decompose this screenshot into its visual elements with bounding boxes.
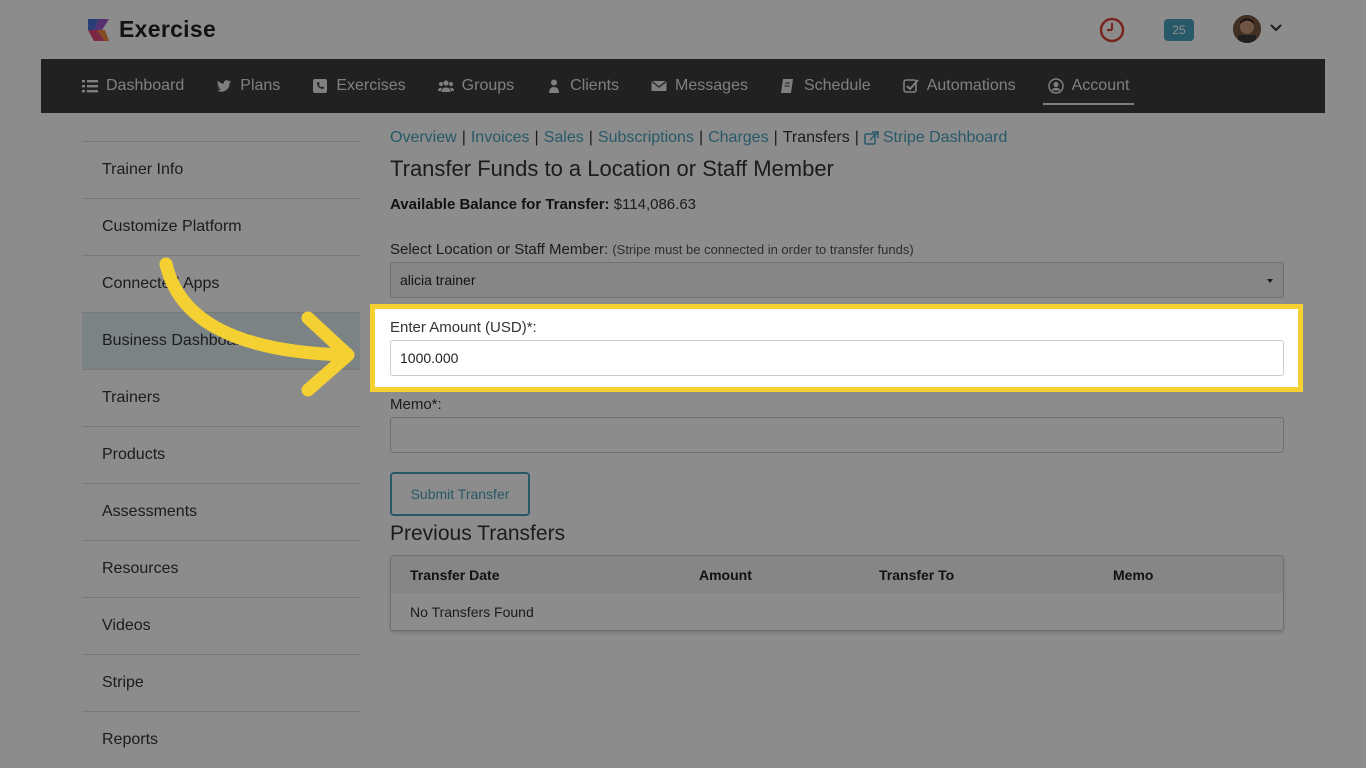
- clock-icon[interactable]: [1099, 17, 1125, 43]
- nav-groups[interactable]: Groups: [437, 59, 515, 113]
- balance-label: Available Balance for Transfer:: [390, 196, 610, 213]
- nav-label: Groups: [461, 77, 515, 94]
- tab-transfers[interactable]: Transfers: [783, 129, 850, 147]
- sidebar-item-stripe[interactable]: Stripe: [82, 654, 360, 711]
- top-bar: Exercise 25: [41, 0, 1325, 59]
- recipient-hint: (Stripe must be connected in order to tr…: [612, 242, 914, 257]
- nav-schedule[interactable]: Schedule: [780, 59, 871, 113]
- breadcrumb-separator: |: [588, 129, 593, 146]
- column-header-transfer-to: Transfer To: [879, 566, 955, 583]
- nav-account[interactable]: Account: [1042, 59, 1135, 113]
- tab-charges[interactable]: Charges: [708, 129, 768, 147]
- caret-down-icon: [1267, 279, 1273, 283]
- sidebar-item-assessments[interactable]: Assessments: [82, 483, 360, 540]
- main-nav: Dashboard Plans Exercises Groups Clients…: [41, 59, 1325, 113]
- nav-automations[interactable]: Automations: [902, 59, 1016, 113]
- breadcrumb-separator: |: [461, 129, 466, 146]
- tab-subscriptions[interactable]: Subscriptions: [598, 129, 694, 147]
- list-icon: [82, 80, 98, 93]
- balance-value: $114,086.63: [613, 196, 697, 213]
- sidebar-item-trainers[interactable]: Trainers: [82, 369, 360, 426]
- nav-label: Messages: [675, 77, 748, 94]
- recipient-select-value: alicia trainer: [400, 272, 476, 288]
- amount-input[interactable]: 1000.000: [390, 340, 1284, 376]
- column-header-amount: Amount: [699, 566, 752, 583]
- table-empty-row: No Transfers Found: [391, 593, 1283, 630]
- brand-logo-icon: [85, 17, 111, 43]
- nav-label: Schedule: [803, 77, 871, 94]
- amount-label: Enter Amount (USD)*:: [390, 319, 537, 336]
- avatar[interactable]: [1233, 15, 1261, 43]
- sidebar-item-connected-apps[interactable]: Connected Apps: [82, 255, 360, 312]
- check-square-icon: [902, 79, 919, 93]
- nav-dashboard[interactable]: Dashboard: [82, 59, 184, 113]
- breadcrumb-separator: |: [854, 129, 859, 146]
- memo-label: Memo*:: [390, 396, 442, 413]
- users-icon: [437, 80, 454, 92]
- nav-label: Account: [1071, 77, 1130, 94]
- brand[interactable]: Exercise: [85, 16, 216, 43]
- nav-exercises[interactable]: Exercises: [312, 59, 406, 113]
- page-title: Transfer Funds to a Location or Staff Me…: [390, 156, 834, 181]
- phone-square-icon: [313, 79, 328, 93]
- sidebar: Trainer Info Customize Platform Connecte…: [82, 141, 360, 768]
- sidebar-item-videos[interactable]: Videos: [82, 597, 360, 654]
- brand-name: Exercise: [119, 16, 217, 42]
- recipient-select[interactable]: alicia trainer: [390, 262, 1284, 298]
- nav-clients[interactable]: Clients: [546, 59, 619, 113]
- tab-sales[interactable]: Sales: [544, 129, 584, 147]
- book-icon: [780, 79, 793, 93]
- notification-badge[interactable]: 25: [1164, 19, 1194, 41]
- nav-plans[interactable]: Plans: [216, 59, 280, 113]
- previous-transfers-title: Previous Transfers: [390, 522, 566, 545]
- stripe-dashboard-link[interactable]: Stripe Dashboard: [883, 129, 1008, 147]
- nav-messages[interactable]: Messages: [651, 59, 748, 113]
- nav-label: Plans: [240, 77, 281, 94]
- submit-transfer-button[interactable]: Submit Transfer: [390, 472, 530, 516]
- nav-label: Automations: [926, 77, 1016, 94]
- external-link-icon: [864, 130, 879, 145]
- column-header-transfer-date: Transfer Date: [410, 566, 500, 583]
- nav-label: Clients: [570, 77, 620, 94]
- memo-input[interactable]: [390, 417, 1284, 453]
- highlight-box: Enter Amount (USD)*: 1000.000: [370, 304, 1303, 392]
- user-circle-icon: [1047, 78, 1064, 94]
- breadcrumb-separator: |: [698, 129, 704, 146]
- nav-label: Dashboard: [106, 77, 185, 94]
- sidebar-item-products[interactable]: Products: [82, 426, 360, 483]
- breadcrumb-separator: |: [534, 129, 539, 146]
- breadcrumb: Overview | Invoices | Sales | Subscripti…: [390, 128, 1284, 148]
- sidebar-item-resources[interactable]: Resources: [82, 540, 360, 597]
- nav-label: Exercises: [336, 77, 406, 94]
- twitter-icon: [217, 80, 232, 92]
- column-header-memo: Memo: [1113, 566, 1154, 583]
- recipient-label-text: Select Location or Staff Member:: [390, 241, 609, 258]
- user-icon: [549, 79, 560, 93]
- chevron-down-icon[interactable]: [1269, 20, 1283, 34]
- breadcrumb-separator: |: [773, 129, 778, 146]
- sidebar-item-trainer-info[interactable]: Trainer Info: [82, 141, 360, 198]
- tab-invoices[interactable]: Invoices: [471, 129, 530, 147]
- sidebar-item-customize-platform[interactable]: Customize Platform: [82, 198, 360, 255]
- sidebar-item-reports[interactable]: Reports: [82, 711, 360, 768]
- transfers-table: Transfer Date Amount Transfer To Memo No…: [390, 555, 1284, 631]
- envelope-icon: [651, 80, 667, 91]
- tab-overview[interactable]: Overview: [390, 129, 457, 147]
- amount-field-group: Enter Amount (USD)*: 1000.000: [390, 319, 1284, 376]
- available-balance: Available Balance for Transfer: $114,086…: [390, 196, 1284, 213]
- sidebar-item-business-dashboard[interactable]: Business Dashboard: [82, 312, 360, 369]
- recipient-label: Select Location or Staff Member: (Stripe…: [390, 241, 1284, 258]
- table-header: Transfer Date Amount Transfer To Memo: [391, 556, 1283, 593]
